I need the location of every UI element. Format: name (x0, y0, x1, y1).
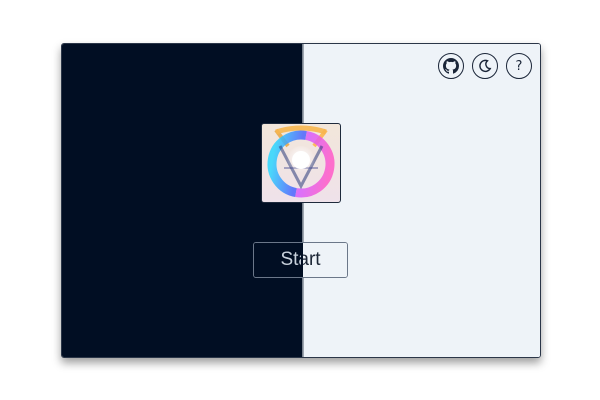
top-toolbar: ? (438, 53, 532, 79)
moon-icon (479, 59, 492, 73)
github-button[interactable] (438, 53, 464, 79)
help-button[interactable]: ? (506, 53, 532, 79)
theme-toggle-button[interactable] (472, 53, 498, 79)
app-window: ? Start (61, 43, 541, 358)
app-logo (261, 123, 341, 203)
help-icon: ? (515, 58, 523, 74)
github-icon (443, 58, 459, 74)
start-button[interactable]: Start Start (253, 242, 348, 278)
